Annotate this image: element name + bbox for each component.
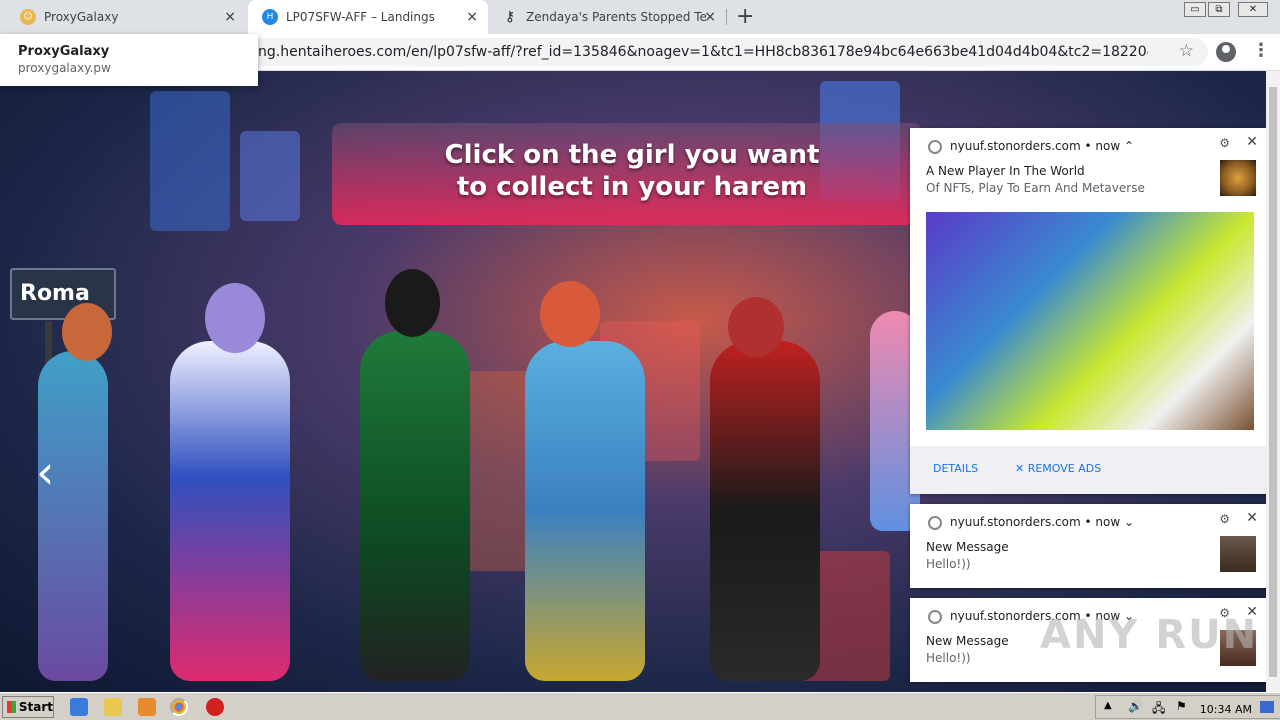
start-button[interactable]: Start	[2, 696, 54, 718]
bookmark-star-icon[interactable]: ☆	[1179, 41, 1194, 61]
volume-icon[interactable]: 🔊	[1128, 699, 1143, 713]
browser-menu-icon[interactable]: ⋮	[1252, 40, 1270, 61]
page-scrollbar[interactable]	[1266, 71, 1280, 692]
details-button[interactable]: DETAILS	[933, 462, 978, 475]
maximize-button[interactable]: ⧉	[1208, 2, 1230, 17]
notification-title: A New Player In The World	[926, 164, 1085, 178]
background-light	[150, 91, 230, 231]
tab-title: LP07SFW-AFF – Landings	[286, 10, 435, 24]
suggestion-url: proxygalaxy.pw	[18, 61, 111, 75]
close-icon[interactable]: ✕	[1246, 510, 1258, 526]
headline-line-1: Click on the girl you want	[444, 140, 820, 170]
headline-text: Click on the girl you want to collect in…	[332, 139, 932, 203]
proxygalaxy-favicon-icon: ☺	[20, 9, 36, 25]
new-tab-button[interactable]: +	[736, 4, 754, 29]
character-4[interactable]	[525, 341, 645, 681]
source-domain: nyuuf.stonorders.com	[950, 515, 1081, 529]
account-avatar-icon[interactable]	[1216, 42, 1236, 62]
tray-expand-icon[interactable]: ▲	[1104, 700, 1112, 711]
notification-source: nyuuf.stonorders.com • now ⌃	[950, 139, 1134, 153]
hentaiheroes-favicon-icon: H	[262, 9, 278, 25]
close-icon[interactable]: ✕	[1246, 134, 1258, 150]
flag-icon[interactable]: ⚑	[1176, 699, 1187, 713]
watermark: ANY RUN	[1040, 612, 1259, 658]
headline-line-2: to collect in your harem	[456, 172, 808, 202]
character-1[interactable]	[38, 351, 108, 681]
minimize-button[interactable]: ▭	[1184, 2, 1206, 17]
tab-close-icon[interactable]: ×	[704, 9, 716, 25]
omnibox-suggestion[interactable]: ProxyGalaxy proxygalaxy.pw	[0, 34, 258, 86]
clock[interactable]: 10:34 AM	[1200, 703, 1252, 716]
show-desktop-icon[interactable]	[1260, 701, 1274, 713]
notification-nft[interactable]: nyuuf.stonorders.com • now ⌃ ⚙ ✕ A New P…	[910, 128, 1268, 494]
notification-title: New Message	[926, 634, 1009, 648]
notification-source: nyuuf.stonorders.com • now ⌄	[950, 515, 1134, 529]
notification-message-1[interactable]: nyuuf.stonorders.com • now ⌄ ⚙ ✕ New Mes…	[910, 504, 1268, 588]
chrome-notification-icon	[928, 610, 942, 624]
chrome-notification-icon	[928, 140, 942, 154]
settings-gear-icon[interactable]: ⚙	[1219, 512, 1230, 526]
suggestion-title: ProxyGalaxy	[18, 44, 110, 59]
notification-time: • now ⌃	[1084, 139, 1135, 153]
tab-strip: ☺ ProxyGalaxy × H LP07SFW-AFF – Landings…	[0, 0, 1280, 34]
character-3-head	[385, 269, 440, 337]
source-domain: nyuuf.stonorders.com	[950, 139, 1081, 153]
tab-close-icon[interactable]: ×	[466, 9, 478, 25]
windows-taskbar: Start ▲ 🔊 🖧 ⚑ 10:34 AM	[0, 692, 1280, 720]
system-tray: ▲ 🔊 🖧 ⚑ 10:34 AM	[1095, 695, 1280, 719]
location-sign-text: Roma	[20, 281, 90, 306]
explorer-icon[interactable]	[104, 698, 122, 716]
tab-close-icon[interactable]: ×	[224, 9, 236, 25]
start-label: Start	[18, 700, 53, 714]
background-light	[240, 131, 300, 221]
character-5[interactable]	[710, 341, 820, 681]
tab-proxygalaxy[interactable]: ☺ ProxyGalaxy ×	[6, 0, 246, 34]
media-player-icon[interactable]	[138, 698, 156, 716]
character-5-head	[728, 297, 784, 357]
ie-icon[interactable]	[70, 698, 88, 716]
address-bar[interactable]: ng.hentaiheroes.com/en/lp07sfw-aff/?ref_…	[228, 38, 1208, 66]
network-icon[interactable]: 🖧	[1152, 699, 1165, 720]
character-3[interactable]	[360, 331, 470, 681]
previous-arrow-icon[interactable]: ‹	[36, 445, 54, 499]
notification-body: Of NFTs, Play To Earn And Metaverse	[926, 181, 1145, 195]
key-favicon-icon: ⚷	[504, 9, 516, 25]
character-2[interactable]	[170, 341, 290, 681]
bitcoin-thumbnail	[1220, 160, 1256, 196]
avatar-thumbnail	[1220, 536, 1256, 572]
tab-title: Zendaya's Parents Stopped Telling H	[526, 10, 706, 24]
notification-body: Hello!))	[926, 557, 971, 571]
windows-logo-icon	[7, 701, 16, 713]
tab-title: ProxyGalaxy	[44, 10, 119, 24]
settings-gear-icon[interactable]: ⚙	[1219, 136, 1230, 150]
tab-divider	[726, 9, 727, 25]
tab-landings[interactable]: H LP07SFW-AFF – Landings ×	[248, 0, 488, 34]
notification-body: Hello!))	[926, 651, 971, 665]
notification-hero-image	[926, 212, 1254, 430]
opera-icon[interactable]	[206, 698, 224, 716]
notification-time: • now ⌄	[1084, 515, 1135, 529]
scrollbar-thumb[interactable]	[1269, 87, 1277, 677]
character-1-head	[62, 303, 112, 361]
character-2-head	[205, 283, 265, 353]
close-window-button[interactable]: ✕	[1238, 2, 1268, 17]
notification-title: New Message	[926, 540, 1009, 554]
tab-zendaya[interactable]: ⚷ Zendaya's Parents Stopped Telling H ×	[488, 0, 726, 34]
notification-actions: DETAILS ✕ REMOVE ADS	[910, 446, 1268, 494]
chrome-icon[interactable]	[170, 698, 188, 716]
character-4-head	[540, 281, 600, 347]
chrome-notification-icon	[928, 516, 942, 530]
remove-ads-button[interactable]: ✕ REMOVE ADS	[1015, 462, 1101, 475]
url-text[interactable]: ng.hentaiheroes.com/en/lp07sfw-aff/?ref_…	[258, 44, 1148, 60]
